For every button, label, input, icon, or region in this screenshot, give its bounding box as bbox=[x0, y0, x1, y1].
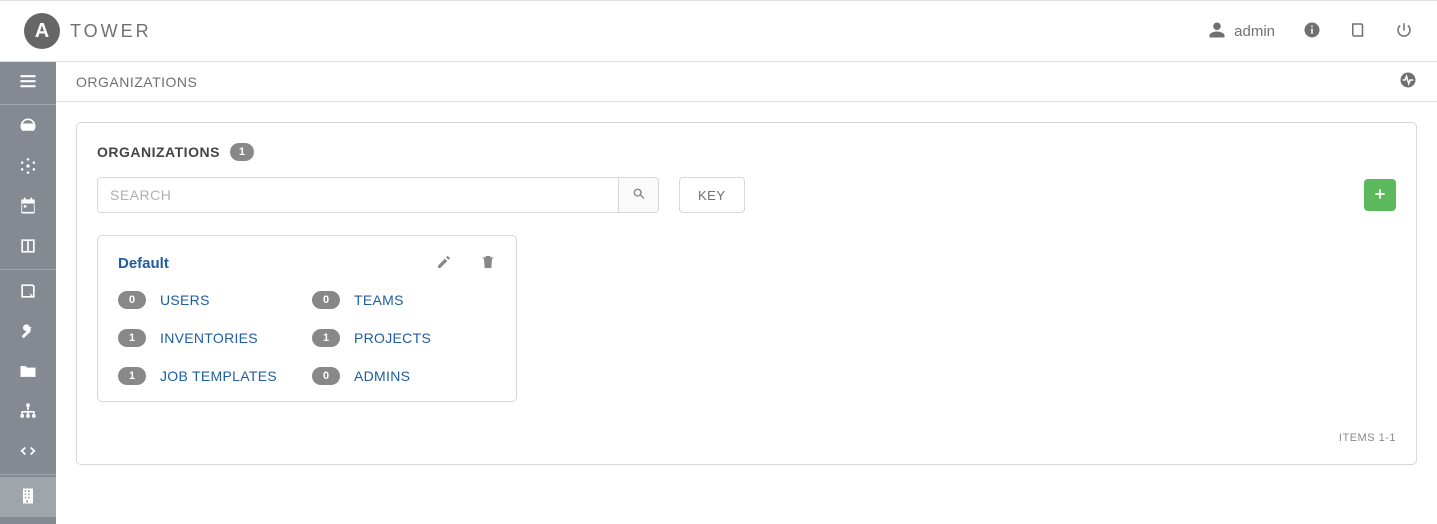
organization-card: Default bbox=[97, 235, 517, 402]
user-menu[interactable]: admin bbox=[1208, 21, 1275, 42]
sitemap-icon bbox=[18, 401, 38, 424]
sidebar-item-templates[interactable] bbox=[0, 272, 56, 312]
inventories-count-badge: 1 bbox=[118, 329, 146, 347]
logout-button[interactable] bbox=[1395, 21, 1413, 42]
org-link-users[interactable]: 0 USERS bbox=[118, 291, 302, 309]
org-link-projects[interactable]: 1 PROJECTS bbox=[312, 329, 496, 347]
teams-count-badge: 0 bbox=[312, 291, 340, 309]
sidebar-divider bbox=[0, 269, 56, 270]
topbar: A TOWER admin bbox=[0, 0, 1437, 62]
docs-button[interactable] bbox=[1349, 21, 1367, 42]
calendar-icon bbox=[18, 196, 38, 219]
organization-name-link[interactable]: Default bbox=[118, 255, 169, 272]
templates-icon bbox=[18, 281, 38, 304]
projects-link-label: PROJECTS bbox=[354, 330, 431, 346]
code-icon bbox=[18, 441, 38, 464]
portal-icon bbox=[18, 236, 38, 259]
sidebar-toggle[interactable] bbox=[0, 62, 56, 102]
sidebar-item-inventories[interactable] bbox=[0, 392, 56, 432]
pagination-label: ITEMS 1-1 bbox=[97, 432, 1396, 444]
sidebar-item-projects[interactable] bbox=[0, 352, 56, 392]
info-icon bbox=[1303, 21, 1321, 42]
search-icon bbox=[631, 186, 647, 205]
sidebar-divider bbox=[0, 474, 56, 475]
search-group bbox=[97, 177, 659, 213]
sidebar-item-dashboard[interactable] bbox=[0, 107, 56, 147]
breadcrumb-title: ORGANIZATIONS bbox=[76, 74, 197, 90]
teams-link-label: TEAMS bbox=[354, 292, 404, 308]
users-link-label: USERS bbox=[160, 292, 210, 308]
brand-logo-icon: A bbox=[24, 13, 60, 49]
delete-organization-button[interactable] bbox=[480, 254, 496, 273]
plus-icon bbox=[1373, 187, 1387, 204]
org-link-job-templates[interactable]: 1 JOB TEMPLATES bbox=[118, 367, 302, 385]
power-icon bbox=[1395, 21, 1413, 42]
sidebar-item-jobs[interactable] bbox=[0, 147, 56, 187]
panel-title: ORGANIZATIONS bbox=[97, 144, 220, 160]
key-button[interactable]: KEY bbox=[679, 177, 745, 213]
folder-icon bbox=[18, 361, 38, 384]
sidebar bbox=[0, 62, 56, 524]
topnav: admin bbox=[1208, 21, 1413, 42]
org-link-inventories[interactable]: 1 INVENTORIES bbox=[118, 329, 302, 347]
book-icon bbox=[1349, 21, 1367, 42]
sidebar-item-schedules[interactable] bbox=[0, 187, 56, 227]
job-templates-count-badge: 1 bbox=[118, 367, 146, 385]
user-icon bbox=[1208, 21, 1226, 42]
job-templates-link-label: JOB TEMPLATES bbox=[160, 368, 277, 384]
hamburger-icon bbox=[18, 71, 38, 94]
building-icon bbox=[18, 486, 38, 509]
admins-link-label: ADMINS bbox=[354, 368, 410, 384]
organizations-panel: ORGANIZATIONS 1 KEY bbox=[76, 122, 1417, 465]
trash-icon bbox=[480, 257, 496, 273]
org-link-admins[interactable]: 0 ADMINS bbox=[312, 367, 496, 385]
sidebar-item-inventory-scripts[interactable] bbox=[0, 432, 56, 472]
inventories-link-label: INVENTORIES bbox=[160, 330, 258, 346]
users-count-badge: 0 bbox=[118, 291, 146, 309]
projects-count-badge: 1 bbox=[312, 329, 340, 347]
add-organization-button[interactable] bbox=[1364, 179, 1396, 211]
breadcrumb-bar: ORGANIZATIONS bbox=[56, 62, 1437, 102]
key-icon bbox=[18, 321, 38, 344]
edit-organization-button[interactable] bbox=[436, 254, 452, 273]
admins-count-badge: 0 bbox=[312, 367, 340, 385]
org-link-teams[interactable]: 0 TEAMS bbox=[312, 291, 496, 309]
info-button[interactable] bbox=[1303, 21, 1321, 42]
panel-count-badge: 1 bbox=[230, 143, 254, 161]
sidebar-divider bbox=[0, 104, 56, 105]
sidebar-item-portal[interactable] bbox=[0, 227, 56, 267]
activity-stream-button[interactable] bbox=[1399, 71, 1417, 92]
jobs-icon bbox=[18, 156, 38, 179]
search-input[interactable] bbox=[98, 178, 618, 212]
search-button[interactable] bbox=[618, 178, 658, 212]
brand[interactable]: A TOWER bbox=[24, 13, 152, 49]
username-label: admin bbox=[1234, 23, 1275, 40]
pencil-icon bbox=[436, 257, 452, 273]
sidebar-item-organizations[interactable] bbox=[0, 477, 56, 517]
brand-logo-letter: A bbox=[35, 20, 49, 43]
activity-icon bbox=[1399, 76, 1417, 92]
brand-name: TOWER bbox=[70, 21, 152, 42]
sidebar-item-credentials[interactable] bbox=[0, 312, 56, 352]
dashboard-icon bbox=[18, 116, 38, 139]
